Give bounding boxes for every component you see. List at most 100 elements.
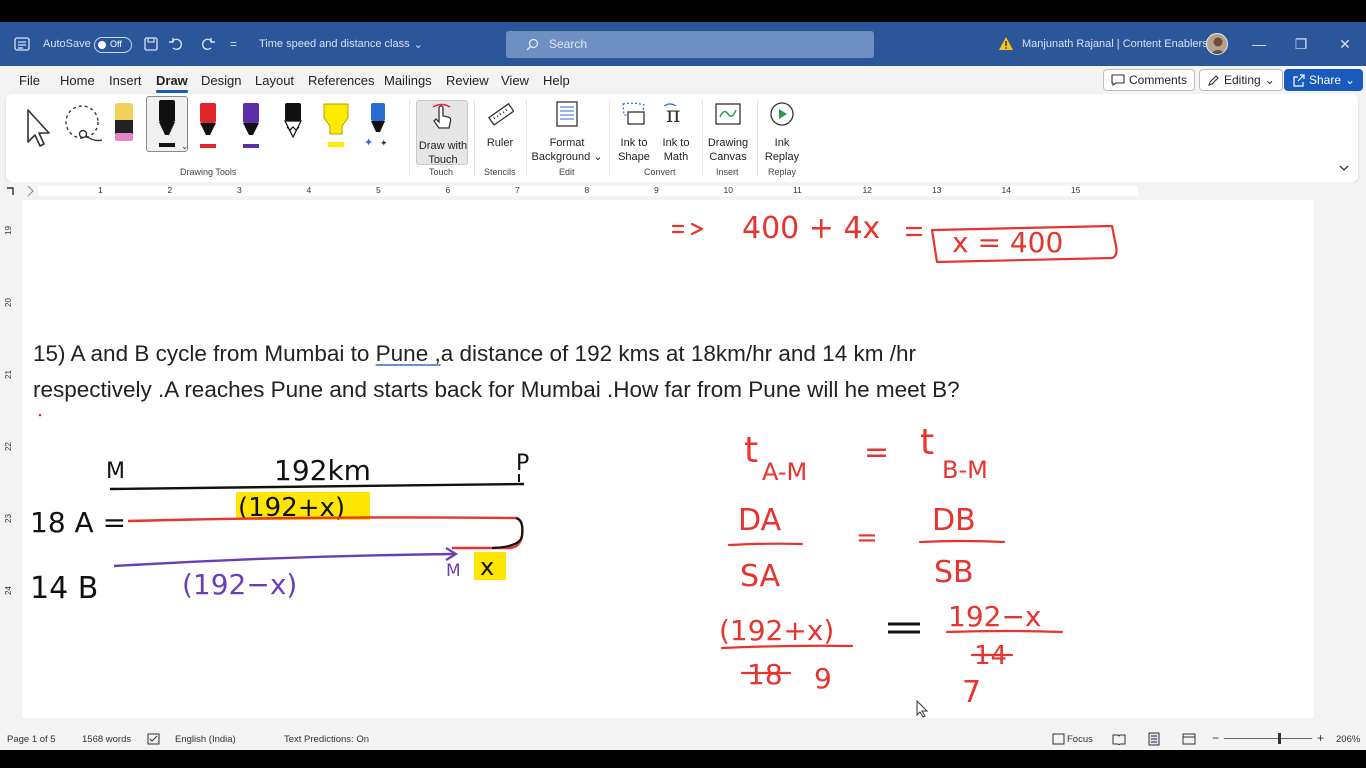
question-line-1-a: 15) A and B cycle from Mumbai to — [33, 341, 376, 366]
ruler-button[interactable]: Ruler — [480, 100, 520, 150]
vertical-ruler-tick-label: 23 — [3, 514, 13, 523]
print-layout-icon[interactable] — [1147, 732, 1161, 746]
eq3-left-num: (192+x) — [719, 614, 834, 647]
vertical-ruler[interactable]: 19 20 21 22 23 24 — [0, 200, 20, 718]
ink-dot — [38, 413, 42, 417]
ruler-tick-label: 2 — [167, 185, 173, 195]
ruler-tick-label: 13 — [932, 185, 942, 195]
ink-to-shape-button[interactable]: Ink to Shape — [616, 100, 652, 164]
focus-icon[interactable] — [1052, 733, 1065, 745]
word-count[interactable]: 1568 words — [82, 734, 131, 745]
search-box[interactable]: Search — [506, 31, 874, 58]
autosave-toggle[interactable]: Off — [94, 37, 132, 53]
drawing-canvas-label: Drawing Canvas — [707, 137, 749, 163]
menu-references[interactable]: References — [308, 73, 374, 88]
page-count[interactable]: Page 1 of 5 — [7, 734, 56, 745]
autosave-label: AutoSave — [43, 38, 91, 50]
warning-icon[interactable] — [998, 36, 1014, 52]
zoom-in-button[interactable]: + — [1317, 731, 1324, 745]
comments-button[interactable]: Comments — [1103, 69, 1196, 91]
menu-insert[interactable]: Insert — [109, 73, 142, 88]
menu-review[interactable]: Review — [446, 73, 489, 88]
close-icon[interactable]: ✕ — [1322, 22, 1366, 66]
format-background-button[interactable]: Format Background ⌄ — [531, 100, 603, 164]
chevron-down-icon: ⌄ — [413, 38, 423, 51]
question-line-2: respectively .A reaches Pune and starts … — [33, 377, 960, 402]
word-window: AutoSave Off = Time speed and distance c… — [0, 22, 1366, 750]
minimize-icon[interactable]: — — [1236, 22, 1282, 66]
ribbon-separator — [757, 100, 758, 176]
search-placeholder: Search — [549, 37, 588, 51]
word-app-icon[interactable] — [14, 36, 30, 52]
ink-layer: 400 + 4x x = 400 M 192km P (192+x) 18 A … — [30, 211, 1118, 718]
select-tool-icon[interactable] — [20, 100, 60, 154]
restore-icon[interactable]: ❐ — [1278, 22, 1324, 66]
zoom-level[interactable]: 206% — [1336, 734, 1360, 745]
ink-to-math-button[interactable]: π Ink to Math — [658, 100, 694, 164]
eq3-left-den: 9 — [814, 662, 832, 695]
lasso-select-icon[interactable] — [62, 100, 102, 154]
menu-mailings[interactable]: Mailings — [384, 73, 432, 88]
ribbon-separator — [702, 100, 703, 176]
highlighter-icon[interactable] — [316, 100, 356, 154]
text-predictions[interactable]: Text Predictions: On — [284, 734, 369, 745]
proofing-icon[interactable] — [147, 733, 160, 745]
zoom-slider[interactable] — [1224, 738, 1312, 739]
qat-more-icon[interactable]: = — [230, 22, 237, 66]
zoom-out-button[interactable]: − — [1212, 731, 1219, 745]
svg-text:✦: ✦ — [364, 137, 373, 149]
format-background-label: Format Background ⌄ — [531, 136, 603, 164]
collapse-ribbon-chevron-icon[interactable] — [1338, 162, 1350, 174]
web-layout-icon[interactable] — [1182, 733, 1196, 745]
draw-with-touch-button[interactable]: Draw with Touch — [416, 100, 468, 166]
ink-replay-icon — [770, 102, 794, 126]
horizontal-ruler[interactable]: 1 2 3 4 5 6 7 8 9 10 11 12 13 14 15 — [0, 182, 1366, 200]
document-page[interactable]: 400 + 4x x = 400 M 192km P (192+x) 18 A … — [22, 200, 1314, 718]
chevron-down-icon: ⌄ — [1264, 73, 1275, 87]
user-name[interactable]: Manjunath Rajanal | Content Enablers — [1022, 22, 1208, 66]
ruler-tick-label: 9 — [654, 185, 659, 195]
horizontal-ruler-graphic — [7, 185, 1138, 197]
galaxy-pen-icon[interactable]: ✦ ✦ — [358, 100, 398, 154]
redo-icon[interactable] — [200, 36, 216, 52]
pen-black-selected[interactable]: ⌄ — [146, 96, 189, 152]
ink-to-shape-icon — [622, 102, 645, 125]
equations-ink: t A-M = t B-M DA SA = DB SB (192+x) 18 9… — [719, 422, 1041, 710]
zoom-slider-thumb[interactable] — [1278, 733, 1281, 744]
question-paragraph[interactable]: 15) A and B cycle from Mumbai to Pune ,a… — [33, 336, 1073, 408]
a-speed-label: 18 A = — [30, 506, 126, 539]
save-icon[interactable] — [143, 36, 159, 52]
menu-help[interactable]: Help — [543, 73, 570, 88]
menu-file[interactable]: File — [19, 73, 40, 88]
focus-label[interactable]: Focus — [1067, 734, 1093, 745]
editing-mode-button[interactable]: Editing ⌄ — [1199, 69, 1283, 91]
undo-icon[interactable] — [168, 36, 184, 52]
share-button[interactable]: Share ⌄ — [1284, 69, 1364, 91]
top-equation-text: 400 + 4x — [742, 211, 880, 246]
menu-design[interactable]: Design — [201, 73, 241, 88]
ink-replay-button[interactable]: Ink Replay — [762, 100, 802, 164]
convert-group-label: Convert — [644, 167, 676, 177]
ruler-tick-label: 4 — [306, 185, 312, 195]
ribbon-separator — [609, 100, 610, 176]
menu-home[interactable]: Home — [60, 73, 95, 88]
pencil-tool-icon[interactable] — [273, 100, 313, 154]
ink-to-shape-label: Ink to Shape — [618, 137, 650, 163]
avatar[interactable] — [1206, 33, 1228, 55]
draw-with-touch-label: Draw with Touch — [418, 140, 468, 166]
menu-layout[interactable]: Layout — [255, 73, 294, 88]
purple-pen-icon[interactable] — [231, 100, 271, 154]
menu-draw[interactable]: Draw — [156, 73, 188, 93]
read-mode-icon[interactable] — [1112, 733, 1126, 745]
eq3-right-num: 192−x — [948, 600, 1041, 633]
ribbon-separator — [409, 100, 410, 176]
ruler-tick-label: 10 — [723, 185, 733, 195]
language[interactable]: English (India) — [175, 734, 236, 745]
red-pen-icon[interactable] — [188, 100, 228, 154]
menu-view[interactable]: View — [501, 73, 529, 88]
document-title[interactable]: Time speed and distance class ⌄ — [259, 22, 423, 66]
ribbon-separator — [474, 100, 475, 176]
eraser-icon[interactable] — [104, 100, 144, 154]
eq2-right-num: DB — [932, 503, 976, 538]
drawing-canvas-button[interactable]: Drawing Canvas — [706, 100, 750, 164]
